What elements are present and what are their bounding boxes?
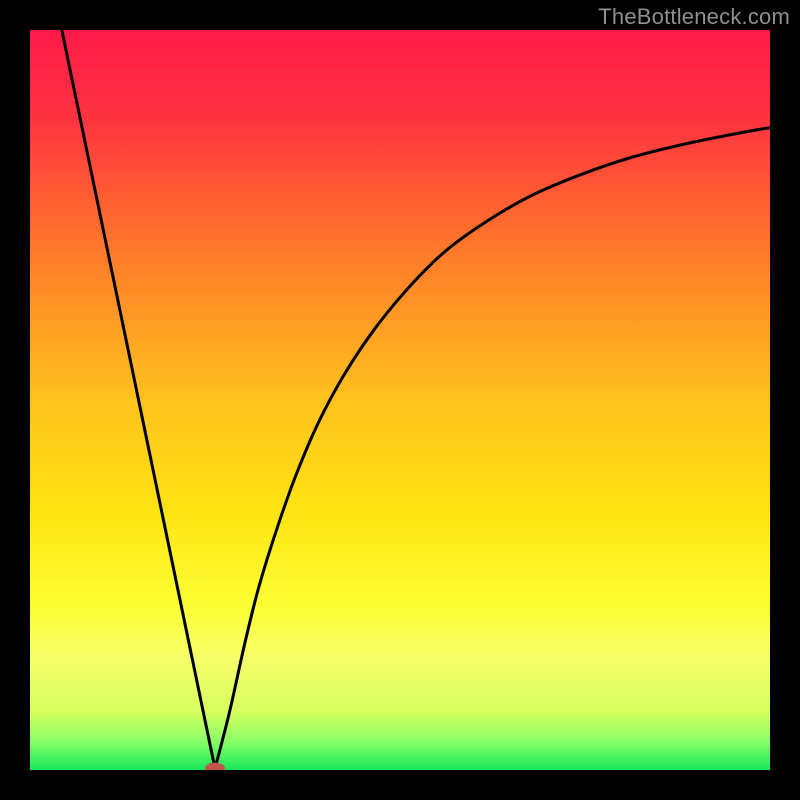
watermark-text: TheBottleneck.com	[598, 4, 790, 30]
chart-svg	[30, 30, 770, 770]
chart-frame: TheBottleneck.com	[0, 0, 800, 800]
gradient-background	[30, 30, 770, 770]
plot-area	[30, 30, 770, 770]
